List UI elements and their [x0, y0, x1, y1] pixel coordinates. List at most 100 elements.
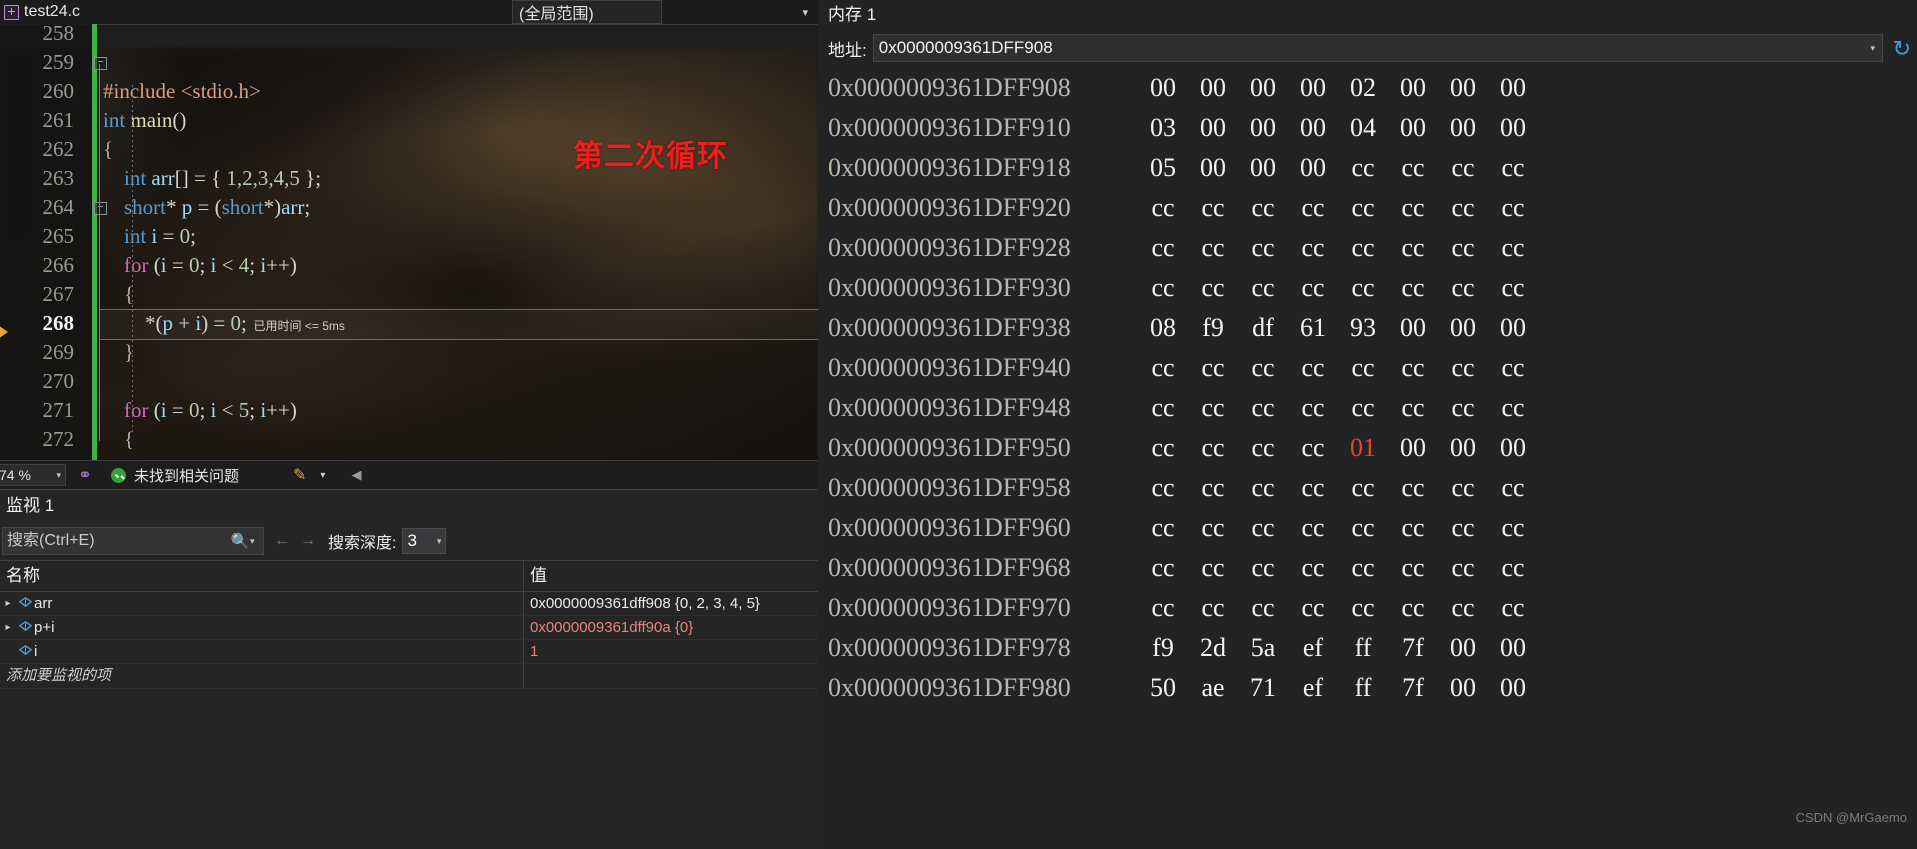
memory-byte[interactable]: cc — [1388, 388, 1438, 428]
memory-byte[interactable]: cc — [1388, 348, 1438, 388]
memory-byte[interactable]: cc — [1288, 428, 1338, 468]
add-watch-value-cell[interactable] — [524, 664, 818, 688]
memory-byte[interactable]: cc — [1438, 268, 1488, 308]
watch-search-box[interactable]: 🔍 ▾ — [2, 527, 264, 555]
memory-byte[interactable]: 00 — [1438, 68, 1488, 108]
memory-byte[interactable]: cc — [1388, 548, 1438, 588]
memory-byte[interactable]: cc — [1338, 188, 1388, 228]
memory-byte[interactable]: cc — [1338, 588, 1388, 628]
memory-byte[interactable]: 00 — [1188, 68, 1238, 108]
memory-byte[interactable]: cc — [1188, 228, 1238, 268]
column-header-name[interactable]: 名称 — [0, 561, 524, 591]
memory-byte[interactable]: 04 — [1338, 108, 1388, 148]
memory-byte[interactable]: cc — [1238, 588, 1288, 628]
memory-byte[interactable]: 00 — [1488, 668, 1538, 708]
quick-action-icon[interactable]: ⚭ — [74, 465, 96, 485]
memory-byte[interactable]: 7f — [1388, 668, 1438, 708]
memory-byte[interactable]: cc — [1338, 508, 1388, 548]
code-line[interactable]: 267 { — [0, 280, 818, 309]
memory-byte[interactable]: 7f — [1388, 628, 1438, 668]
memory-byte[interactable]: cc — [1288, 188, 1338, 228]
memory-byte[interactable]: cc — [1488, 508, 1538, 548]
watch-value-cell[interactable]: 0x0000009361dff908 {0, 2, 3, 4, 5} — [524, 592, 818, 615]
address-input-box[interactable]: ▾ — [872, 34, 1883, 62]
search-icon[interactable]: 🔍 — [230, 532, 250, 550]
memory-byte[interactable]: cc — [1138, 268, 1188, 308]
memory-byte[interactable]: cc — [1438, 588, 1488, 628]
memory-byte[interactable]: cc — [1188, 548, 1238, 588]
memory-byte[interactable]: cc — [1488, 348, 1538, 388]
memory-byte[interactable]: cc — [1188, 428, 1238, 468]
memory-byte[interactable]: f9 — [1188, 308, 1238, 348]
watch-value-cell[interactable]: 1 — [524, 640, 818, 663]
memory-byte[interactable]: cc — [1138, 428, 1188, 468]
memory-byte[interactable]: cc — [1138, 468, 1188, 508]
memory-byte[interactable]: cc — [1138, 548, 1188, 588]
memory-byte[interactable]: cc — [1188, 588, 1238, 628]
code-line[interactable]: 266 for (i = 0; i < 4; i++) — [0, 251, 818, 280]
refresh-icon[interactable]: ↻ — [1893, 36, 1911, 62]
memory-byte[interactable]: 03 — [1138, 108, 1188, 148]
memory-byte[interactable]: 00 — [1438, 628, 1488, 668]
memory-byte[interactable]: cc — [1338, 468, 1388, 508]
expander-icon[interactable]: ▸ — [0, 598, 16, 609]
memory-byte[interactable]: 00 — [1488, 108, 1538, 148]
memory-byte[interactable]: cc — [1138, 388, 1188, 428]
memory-byte[interactable]: cc — [1288, 508, 1338, 548]
memory-byte[interactable]: 00 — [1488, 308, 1538, 348]
code-line[interactable]: 258 — [0, 24, 818, 48]
memory-byte[interactable]: 71 — [1238, 668, 1288, 708]
watch-value-cell[interactable]: 0x0000009361dff90a {0} — [524, 616, 818, 639]
memory-byte[interactable]: cc — [1488, 188, 1538, 228]
memory-byte[interactable]: cc — [1488, 228, 1538, 268]
memory-byte[interactable]: cc — [1438, 468, 1488, 508]
memory-byte[interactable]: cc — [1188, 188, 1238, 228]
fold-toggle-icon[interactable]: − — [94, 202, 107, 215]
memory-byte[interactable]: cc — [1488, 388, 1538, 428]
memory-byte[interactable]: cc — [1338, 148, 1388, 188]
chevron-down-icon[interactable]: ▾ — [437, 536, 442, 547]
memory-byte[interactable]: cc — [1488, 548, 1538, 588]
memory-byte[interactable]: 01 — [1338, 428, 1388, 468]
memory-byte[interactable]: 50 — [1138, 668, 1188, 708]
memory-byte[interactable]: cc — [1488, 268, 1538, 308]
memory-byte[interactable]: cc — [1238, 548, 1288, 588]
memory-byte[interactable]: 00 — [1288, 108, 1338, 148]
code-line[interactable]: 270 — [0, 367, 818, 396]
memory-byte[interactable]: cc — [1488, 148, 1538, 188]
memory-byte[interactable]: cc — [1488, 588, 1538, 628]
memory-byte[interactable]: cc — [1188, 468, 1238, 508]
add-watch-row[interactable]: 添加要监视的项 — [0, 664, 818, 689]
code-line[interactable]: 268 *(p + i) = 0; 已用时间 <= 5ms — [0, 309, 818, 338]
memory-byte[interactable]: cc — [1388, 148, 1438, 188]
chevron-down-icon[interactable]: ▾ — [320, 470, 325, 481]
nav-back-icon[interactable]: ← — [274, 532, 290, 550]
memory-byte[interactable]: 00 — [1238, 148, 1288, 188]
memory-byte[interactable]: 61 — [1288, 308, 1338, 348]
memory-byte[interactable]: cc — [1238, 468, 1288, 508]
memory-byte[interactable]: cc — [1238, 228, 1288, 268]
memory-byte[interactable]: 5a — [1238, 628, 1288, 668]
memory-byte[interactable]: cc — [1188, 348, 1238, 388]
memory-byte[interactable]: 00 — [1388, 428, 1438, 468]
tab-test24-c[interactable]: test24.c — [0, 0, 86, 24]
memory-byte[interactable]: cc — [1138, 348, 1188, 388]
code-line[interactable]: 265 int i = 0; — [0, 222, 818, 251]
watch-row[interactable]: ▸ arr 0x0000009361dff908 {0, 2, 3, 4, 5} — [0, 592, 818, 616]
memory-byte[interactable]: cc — [1288, 468, 1338, 508]
memory-byte[interactable]: cc — [1188, 268, 1238, 308]
memory-byte[interactable]: ff — [1338, 668, 1388, 708]
memory-byte[interactable]: cc — [1138, 228, 1188, 268]
memory-byte[interactable]: 05 — [1138, 148, 1188, 188]
address-input[interactable] — [873, 37, 1864, 59]
memory-byte[interactable]: 00 — [1288, 68, 1338, 108]
memory-byte[interactable]: cc — [1438, 188, 1488, 228]
memory-byte[interactable]: cc — [1288, 268, 1338, 308]
memory-byte[interactable]: cc — [1388, 508, 1438, 548]
memory-byte[interactable]: 00 — [1388, 108, 1438, 148]
memory-byte[interactable]: cc — [1238, 348, 1288, 388]
memory-byte[interactable]: 00 — [1288, 148, 1338, 188]
memory-byte[interactable]: 00 — [1388, 308, 1438, 348]
memory-byte[interactable]: cc — [1438, 388, 1488, 428]
memory-byte[interactable]: cc — [1188, 508, 1238, 548]
